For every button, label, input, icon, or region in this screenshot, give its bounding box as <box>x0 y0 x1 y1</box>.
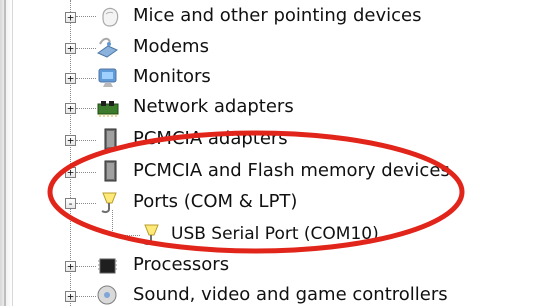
modem-icon <box>95 36 119 60</box>
tree-item-network-adapters[interactable]: + Network adapters <box>60 94 480 122</box>
tree-item-modems[interactable]: + Modems <box>60 34 480 62</box>
tree-item-label: Monitors <box>133 66 211 87</box>
tree-item-processors[interactable]: + Processors <box>60 252 480 280</box>
tree-item-sound-video[interactable]: + Sound, video and game controllers <box>60 282 480 306</box>
tree-item-label: Modems <box>133 36 209 57</box>
expand-button[interactable]: + <box>65 103 76 114</box>
expand-button[interactable]: + <box>65 291 76 302</box>
tree-item-mice[interactable]: + Mice and other pointing devices <box>60 3 480 31</box>
mouse-icon <box>98 5 122 29</box>
tree-item-label: Mice and other pointing devices <box>133 5 422 26</box>
expand-button[interactable]: + <box>65 73 76 84</box>
device-manager-tree-view: + Mice and other pointing devices + Mode… <box>0 0 547 306</box>
tree-item-monitors[interactable]: + Monitors <box>60 64 480 92</box>
highlight-ellipse <box>47 130 465 254</box>
expand-button[interactable]: + <box>65 261 76 272</box>
monitor-icon <box>95 66 119 90</box>
processor-icon <box>95 254 119 278</box>
tree-item-label: Sound, video and game controllers <box>133 284 448 305</box>
tree-item-label: Network adapters <box>133 96 294 117</box>
window-border <box>0 0 13 306</box>
expand-button[interactable]: + <box>65 12 76 23</box>
expand-button[interactable]: + <box>65 43 76 54</box>
tree-item-label: Processors <box>133 254 230 275</box>
network-adapter-icon <box>95 97 119 121</box>
sound-video-icon <box>95 283 119 306</box>
